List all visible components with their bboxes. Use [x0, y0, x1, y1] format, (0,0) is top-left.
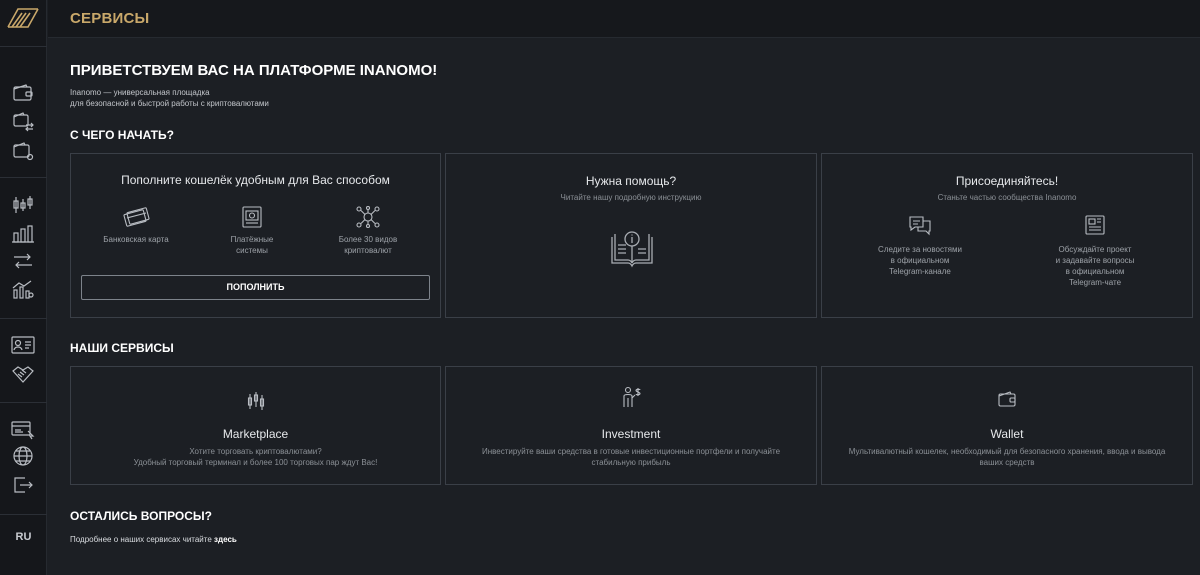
- section-title-questions: ОСТАЛИСЬ ВОПРОСЫ?: [70, 509, 213, 523]
- join-card-subtitle: Станьте частью сообщества Inanomo: [937, 193, 1077, 202]
- top-bar: СЕРВИСЫ: [48, 0, 1200, 38]
- sidebar-divider: [0, 46, 47, 47]
- candlestick-icon: [247, 392, 264, 410]
- telegram-channel-link[interactable]: Следите за новостями в официальном Teleg…: [860, 214, 980, 277]
- join-label-line: и задавайте вопросы: [1055, 256, 1135, 265]
- method-label: Более 30 видов криптовалют: [313, 234, 423, 256]
- method-bank-card[interactable]: Банковская карта: [81, 206, 191, 245]
- method-label-line: криптовалют: [344, 246, 392, 255]
- bar-chart-icon[interactable]: [11, 223, 35, 245]
- analytics-icon[interactable]: [11, 279, 35, 301]
- exchange-arrows-icon[interactable]: [11, 250, 35, 272]
- wallet-icon[interactable]: [11, 82, 35, 104]
- join-label-line: Следите за новостями: [878, 245, 962, 254]
- id-card-icon[interactable]: [11, 334, 35, 356]
- service-description-line: ваших средств: [979, 458, 1035, 467]
- method-crypto[interactable]: Более 30 видов криптовалют: [313, 206, 423, 256]
- questions-text: Подробнее о наших сервисах читайте здесь: [70, 535, 237, 544]
- sidebar-divider: [0, 514, 47, 515]
- welcome-title: ПРИВЕТСТВУЕМ ВАС НА ПЛАТФОРМЕ INANOMO!: [70, 62, 438, 79]
- questions-text-body: Подробнее о наших сервисах читайте: [70, 535, 212, 544]
- service-name: Investment: [601, 427, 661, 441]
- join-label-line: Telegram-чате: [1068, 278, 1122, 287]
- bank-card-icon: [123, 207, 150, 227]
- questions-link[interactable]: здесь: [214, 535, 237, 544]
- wallet-icon: [998, 391, 1016, 407]
- service-description-line: Удобный торговый терминал и более 100 то…: [133, 458, 378, 467]
- investor-icon: [623, 386, 641, 407]
- news-icon: [1085, 215, 1105, 235]
- service-description-line: Мультивалютный кошелек, необходимый для …: [848, 447, 1166, 456]
- crypto-network-icon: [356, 206, 380, 228]
- method-label-line: Платёжные: [230, 235, 274, 244]
- service-description-line: стабильную прибыль: [591, 458, 671, 467]
- sidebar-divider: [0, 402, 47, 403]
- welcome-subtitle-line: для безопасной и быстрой работы с крипто…: [70, 99, 269, 108]
- sidebar: RU: [0, 0, 47, 575]
- method-label-line: Более 30 видов: [338, 235, 398, 244]
- chat-bubbles-icon: [909, 216, 931, 236]
- section-title-start: С ЧЕГО НАЧАТЬ?: [70, 128, 174, 142]
- join-label-line: в официальном: [890, 256, 950, 265]
- globe-icon[interactable]: [11, 445, 35, 467]
- service-card-marketplace[interactable]: Marketplace Хотите торговать криптовалют…: [70, 366, 441, 485]
- service-description: Инвестируйте ваши средства в готовые инв…: [446, 446, 816, 468]
- service-name: Marketplace: [222, 427, 289, 441]
- join-label-line: Обсуждайте проект: [1058, 245, 1132, 254]
- sidebar-divider: [0, 177, 47, 178]
- card-click-icon[interactable]: [11, 418, 35, 440]
- language-switcher[interactable]: RU: [0, 531, 47, 543]
- instruction-book-icon: [611, 231, 653, 268]
- join-label: Следите за новостями в официальном Teleg…: [860, 244, 980, 277]
- page-title: СЕРВИСЫ: [70, 10, 150, 27]
- service-name: Wallet: [990, 427, 1024, 441]
- service-description: Хотите торговать криптовалютами? Удобный…: [71, 446, 440, 468]
- section-title-services: НАШИ СЕРВИСЫ: [70, 341, 174, 355]
- service-description-line: Инвестируйте ваши средства в готовые инв…: [481, 447, 781, 456]
- join-card-title: Присоединяйтесь!: [955, 174, 1059, 188]
- service-description: Мультивалютный кошелек, необходимый для …: [822, 446, 1192, 468]
- method-label: Банковская карта: [103, 235, 169, 244]
- topup-card-title: Пополните кошелёк удобным для Вас способ…: [121, 173, 390, 187]
- topup-button[interactable]: ПОПОЛНИТЬ: [81, 275, 430, 300]
- service-card-investment[interactable]: Investment Инвестируйте ваши средства в …: [445, 366, 817, 485]
- help-card-subtitle: Читайте нашу подробную инструкцию: [560, 193, 702, 202]
- join-label-line: Telegram-канале: [889, 267, 951, 276]
- help-card[interactable]: Нужна помощь? Читайте нашу подробную инс…: [445, 153, 817, 318]
- help-card-title: Нужна помощь?: [585, 174, 677, 188]
- method-label: Платёжные системы: [197, 234, 307, 256]
- handshake-icon[interactable]: [11, 363, 35, 385]
- welcome-subtitle: Inanomo — универсальная площадка для без…: [70, 87, 269, 109]
- candlestick-icon[interactable]: [11, 194, 35, 216]
- welcome-subtitle-line: Inanomo — универсальная площадка: [70, 88, 210, 97]
- topup-card: Пополните кошелёк удобным для Вас способ…: [70, 153, 441, 318]
- logo-icon[interactable]: [6, 5, 40, 31]
- telegram-chat-link[interactable]: Обсуждайте проект и задавайте вопросы в …: [1035, 214, 1155, 288]
- join-label: Обсуждайте проект и задавайте вопросы в …: [1035, 244, 1155, 288]
- wallet-settings-icon[interactable]: [11, 140, 35, 162]
- method-label-line: системы: [236, 246, 268, 255]
- logout-icon[interactable]: [11, 474, 35, 496]
- service-card-wallet[interactable]: Wallet Мультивалютный кошелек, необходим…: [821, 366, 1193, 485]
- sidebar-divider: [0, 318, 47, 319]
- method-payment-systems[interactable]: Платёжные системы: [197, 206, 307, 256]
- wallet-transfer-icon[interactable]: [11, 110, 35, 132]
- join-card: Присоединяйтесь! Станьте частью сообщест…: [821, 153, 1193, 318]
- payment-system-icon: [242, 206, 262, 228]
- join-label-line: в официальном: [1065, 267, 1125, 276]
- service-description-line: Хотите торговать криптовалютами?: [189, 447, 322, 456]
